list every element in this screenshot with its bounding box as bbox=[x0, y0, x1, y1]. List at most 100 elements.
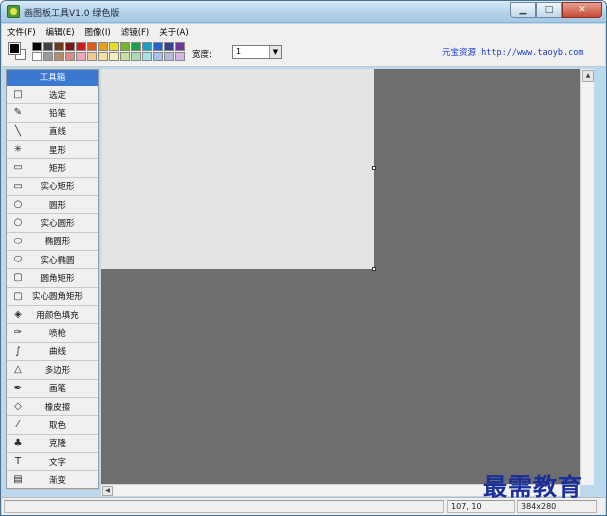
foreground-color[interactable] bbox=[8, 42, 21, 55]
width-select[interactable]: 1 ▼ bbox=[232, 45, 282, 59]
tool-icon: ▭ bbox=[13, 162, 23, 174]
color-toolbar: 宽度: 1 ▼ 元宝资源 http://www.taoyb.com bbox=[2, 39, 605, 67]
tool-item[interactable]: ▢ 实心圆角矩形 bbox=[7, 288, 98, 307]
maximize-button[interactable]: □ bbox=[536, 2, 562, 18]
tool-icon: ✑ bbox=[13, 327, 23, 339]
minimize-icon: ▁ bbox=[519, 5, 527, 15]
tool-item[interactable]: ⬭ 椭圆形 bbox=[7, 233, 98, 252]
menu-bar: 文件(F) 编辑(E) 图像(I) 滤镜(F) 关于(A) bbox=[2, 24, 605, 39]
palette-color-row1-1[interactable] bbox=[43, 42, 53, 51]
tool-icon: ○ bbox=[13, 217, 23, 229]
scroll-up-icon[interactable]: ▲ bbox=[582, 70, 594, 82]
palette-color-row1-7[interactable] bbox=[109, 42, 119, 51]
tool-item[interactable]: ✳ 星形 bbox=[7, 141, 98, 160]
menu-image[interactable]: 图像(I) bbox=[80, 26, 116, 38]
minimize-button[interactable]: ▁ bbox=[510, 2, 536, 18]
tool-item[interactable]: ▭ 实心矩形 bbox=[7, 178, 98, 197]
palette-color-row1-9[interactable] bbox=[131, 42, 141, 51]
palette-color-row1-5[interactable] bbox=[87, 42, 97, 51]
close-button[interactable]: ✕ bbox=[562, 2, 602, 18]
palette-color-row1-2[interactable] bbox=[54, 42, 64, 51]
palette-color-row1-8[interactable] bbox=[120, 42, 130, 51]
palette-color-row2-10[interactable] bbox=[142, 52, 152, 61]
palette-color-row1-10[interactable] bbox=[142, 42, 152, 51]
palette-color-row2-13[interactable] bbox=[175, 52, 185, 61]
width-label: 宽度: bbox=[192, 50, 212, 60]
tool-icon: ⁄ bbox=[17, 419, 19, 431]
palette-color-row1-6[interactable] bbox=[98, 42, 108, 51]
window-controls: ▁ □ ✕ bbox=[510, 2, 602, 18]
palette-color-row2-8[interactable] bbox=[120, 52, 130, 61]
palette-color-row2-11[interactable] bbox=[153, 52, 163, 61]
palette-color-row2-2[interactable] bbox=[54, 52, 64, 61]
palette-color-row2-5[interactable] bbox=[87, 52, 97, 61]
toolbox-header: 工具箱 bbox=[7, 70, 98, 86]
palette-color-row2-1[interactable] bbox=[43, 52, 53, 61]
window-title: 画图板工具V1.0 绿色版 bbox=[24, 9, 120, 19]
menu-filter[interactable]: 滤镜(F) bbox=[116, 26, 155, 38]
tool-icon: ✒ bbox=[13, 382, 23, 394]
tool-item[interactable]: ✑ 喷枪 bbox=[7, 324, 98, 343]
site-link[interactable]: 元宝资源 http://www.taoyb.com bbox=[442, 46, 583, 58]
tool-item[interactable]: ✎ 铅笔 bbox=[7, 104, 98, 123]
palette-color-row2-7[interactable] bbox=[109, 52, 119, 61]
tool-item[interactable]: ○ 圆形 bbox=[7, 196, 98, 215]
tool-icon: ◈ bbox=[14, 309, 22, 321]
tool-icon: ✳ bbox=[13, 144, 23, 156]
app-icon bbox=[7, 5, 20, 18]
tool-icon: ⬭ bbox=[13, 235, 23, 247]
palette-color-row1-4[interactable] bbox=[76, 42, 86, 51]
tool-item[interactable]: ▭ 矩形 bbox=[7, 159, 98, 178]
palette-color-row2-0[interactable] bbox=[32, 52, 42, 61]
current-colors[interactable] bbox=[8, 42, 27, 61]
resize-handle-right[interactable] bbox=[372, 166, 376, 170]
tool-icon: ▤ bbox=[13, 474, 23, 486]
tool-list: □ 选定 ✎ 铅笔 ╲ 直线 ✳ 星形 ▭ 矩形 ▭ 实心矩形 ○ 圆形 ○ 实心圆形 ⬭ 椭圆形 ⬭ 实心椭圆 ▢ 圆角… bbox=[7, 86, 98, 490]
color-palette bbox=[32, 42, 185, 61]
watermark-text: 最需教育 bbox=[483, 472, 583, 501]
palette-color-row1-0[interactable] bbox=[32, 42, 42, 51]
tool-item[interactable]: □ 选定 bbox=[7, 86, 98, 105]
menu-about[interactable]: 关于(A) bbox=[154, 26, 193, 38]
palette-color-row2-3[interactable] bbox=[65, 52, 75, 61]
vertical-scrollbar[interactable]: ▲ bbox=[580, 69, 594, 485]
tool-icon: ╲ bbox=[14, 125, 22, 137]
tool-item[interactable]: T 文字 bbox=[7, 453, 98, 472]
tool-icon: ◇ bbox=[14, 400, 22, 412]
palette-color-row1-3[interactable] bbox=[65, 42, 75, 51]
chevron-down-icon[interactable]: ▼ bbox=[269, 46, 281, 58]
close-icon: ✕ bbox=[578, 5, 586, 15]
app-window: 画图板工具V1.0 绿色版 ▁ □ ✕ 文件(F) 编辑(E) 图像(I) 滤镜… bbox=[0, 0, 607, 516]
toolbox-panel: 工具箱 □ 选定 ✎ 铅笔 ╲ 直线 ✳ 星形 ▭ 矩形 ▭ 实心矩形 ○ 圆形 ○ 实心圆形 ⬭ 椭圆形 ⬭ 实心椭… bbox=[6, 69, 99, 490]
tool-icon: △ bbox=[14, 364, 22, 376]
tool-icon: ♣ bbox=[13, 437, 23, 449]
tool-item[interactable]: ◇ 橡皮擦 bbox=[7, 398, 98, 417]
tool-item[interactable]: ○ 实心圆形 bbox=[7, 214, 98, 233]
tool-item[interactable]: ▢ 圆角矩形 bbox=[7, 269, 98, 288]
palette-color-row2-4[interactable] bbox=[76, 52, 86, 61]
menu-file[interactable]: 文件(F) bbox=[2, 26, 41, 38]
tool-item[interactable]: ▤ 渐变 bbox=[7, 471, 98, 490]
tool-item[interactable]: △ 多边形 bbox=[7, 361, 98, 380]
tool-icon: ∫ bbox=[15, 345, 21, 357]
menu-edit[interactable]: 编辑(E) bbox=[41, 26, 80, 38]
width-value: 1 bbox=[236, 47, 242, 56]
tool-item[interactable]: ✒ 画笔 bbox=[7, 380, 98, 398]
tool-item[interactable]: ∫ 曲线 bbox=[7, 343, 98, 362]
tool-item[interactable]: ╲ 直线 bbox=[7, 123, 98, 142]
drawing-canvas[interactable] bbox=[101, 69, 374, 269]
palette-color-row2-12[interactable] bbox=[164, 52, 174, 61]
tool-item[interactable]: ♣ 克隆 bbox=[7, 435, 98, 453]
title-bar[interactable]: 画图板工具V1.0 绿色版 ▁ □ ✕ bbox=[1, 1, 606, 23]
tool-item[interactable]: ⬭ 实心椭圆 bbox=[7, 251, 98, 270]
scroll-left-icon[interactable]: ◀ bbox=[102, 486, 113, 496]
palette-color-row2-6[interactable] bbox=[98, 52, 108, 61]
tool-item[interactable]: ⁄ 取色 bbox=[7, 416, 98, 435]
tool-item[interactable]: ◈ 用颜色填充 bbox=[7, 306, 98, 325]
tool-icon: ▭ bbox=[13, 180, 23, 192]
palette-color-row1-13[interactable] bbox=[175, 42, 185, 51]
palette-color-row1-12[interactable] bbox=[164, 42, 174, 51]
palette-color-row1-11[interactable] bbox=[153, 42, 163, 51]
palette-color-row2-9[interactable] bbox=[131, 52, 141, 61]
resize-handle-corner[interactable] bbox=[372, 267, 376, 271]
